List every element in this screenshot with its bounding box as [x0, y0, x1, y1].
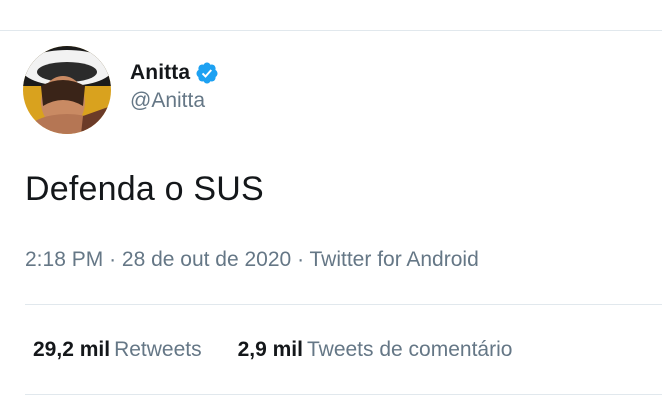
tweet-header: Anitta @Anitta	[23, 46, 219, 134]
quote-tweets-label: Tweets de comentário	[306, 338, 513, 361]
stats-bottom-divider	[25, 394, 662, 395]
tweet-stats: 29,2 mil Retweets 2,9 mil Tweets de coment…	[33, 338, 512, 362]
quote-tweets-count: 2,9 mil	[237, 338, 303, 361]
top-divider	[0, 30, 662, 31]
retweets-count: 29,2 mil	[33, 338, 111, 361]
quote-tweets-stat[interactable]: 2,9 mil Tweets de comentário	[238, 338, 513, 362]
retweets-stat[interactable]: 29,2 mil Retweets	[33, 338, 202, 362]
tweet-meta: 2:18 PM · 28 de out de 2020 · Twitter fo…	[25, 248, 479, 272]
tweet-source[interactable]: Twitter for Android	[310, 248, 479, 271]
verified-badge-icon	[195, 61, 219, 85]
display-name[interactable]: Anitta	[130, 61, 190, 85]
avatar-image	[23, 46, 111, 134]
meta-separator: ·	[109, 248, 122, 271]
tweet-date[interactable]: 28 de out de 2020	[122, 248, 291, 271]
author-names: Anitta @Anitta	[130, 61, 219, 113]
retweets-label: Retweets	[114, 338, 202, 361]
avatar[interactable]	[23, 46, 111, 134]
author-handle[interactable]: @Anitta	[130, 89, 219, 113]
tweet-text: Defenda o SUS	[25, 170, 264, 208]
tweet-time[interactable]: 2:18 PM	[25, 248, 103, 271]
stats-top-divider	[25, 304, 662, 305]
author-name-row[interactable]: Anitta	[130, 61, 219, 85]
meta-separator: ·	[297, 248, 310, 271]
